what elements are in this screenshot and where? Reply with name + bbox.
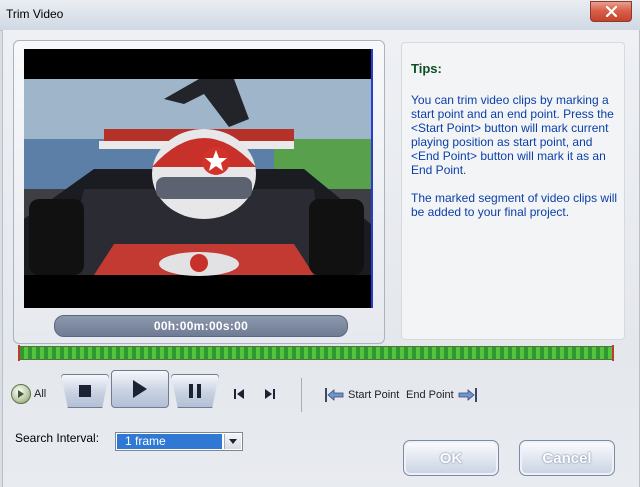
end-point-button[interactable]: End Point bbox=[406, 386, 479, 404]
end-marker[interactable] bbox=[612, 345, 614, 361]
step-back-button[interactable] bbox=[230, 385, 248, 403]
step-forward-icon bbox=[265, 389, 275, 399]
cancel-button[interactable]: Cancel bbox=[519, 440, 615, 476]
toolbar-separator bbox=[301, 378, 302, 412]
window-title: Trim Video bbox=[6, 7, 64, 21]
tips-body: You can trim video clips by marking a st… bbox=[411, 93, 621, 233]
search-interval-label: Search Interval: bbox=[15, 431, 100, 445]
pause-icon bbox=[189, 384, 201, 398]
end-point-label: End Point bbox=[406, 389, 454, 401]
video-frame-image bbox=[24, 49, 371, 308]
end-point-icon bbox=[458, 388, 477, 402]
tips-title: Tips: bbox=[411, 61, 442, 76]
tips-paragraph: The marked segment of video clips will b… bbox=[411, 191, 618, 219]
start-point-label: Start Point bbox=[348, 389, 400, 401]
search-interval-select[interactable]: 1 frame bbox=[115, 432, 243, 451]
search-interval-value: 1 frame bbox=[117, 434, 222, 449]
video-preview-panel: 00h:00m:00s:00 bbox=[13, 40, 385, 344]
video-preview bbox=[24, 49, 373, 308]
close-button[interactable] bbox=[590, 1, 632, 22]
start-marker[interactable] bbox=[18, 345, 20, 361]
play-all-button[interactable]: All bbox=[11, 384, 46, 404]
start-point-icon bbox=[325, 388, 344, 402]
stop-icon bbox=[79, 385, 91, 397]
dropdown-arrow[interactable] bbox=[224, 434, 241, 449]
dialog-client: 00h:00m:00s:00 Tips: You can trim video … bbox=[2, 30, 640, 487]
play-all-icon bbox=[11, 384, 31, 404]
close-icon bbox=[605, 6, 617, 17]
tips-panel: Tips: You can trim video clips by markin… bbox=[401, 42, 625, 340]
tips-paragraph: You can trim video clips by marking a st… bbox=[411, 93, 614, 177]
timecode-display: 00h:00m:00s:00 bbox=[54, 315, 348, 337]
step-back-icon bbox=[234, 389, 244, 399]
pause-button[interactable] bbox=[171, 374, 219, 408]
step-forward-button[interactable] bbox=[261, 385, 279, 403]
ok-button[interactable]: OK bbox=[403, 440, 499, 476]
play-all-label: All bbox=[34, 388, 47, 400]
dropdown-arrow-icon bbox=[229, 439, 237, 444]
play-icon bbox=[133, 380, 147, 398]
title-bar: Trim Video bbox=[0, 0, 640, 31]
start-point-button[interactable]: Start Point bbox=[323, 386, 399, 404]
stop-button[interactable] bbox=[61, 374, 109, 408]
play-button[interactable] bbox=[111, 370, 169, 408]
trim-timeline[interactable] bbox=[18, 345, 614, 361]
